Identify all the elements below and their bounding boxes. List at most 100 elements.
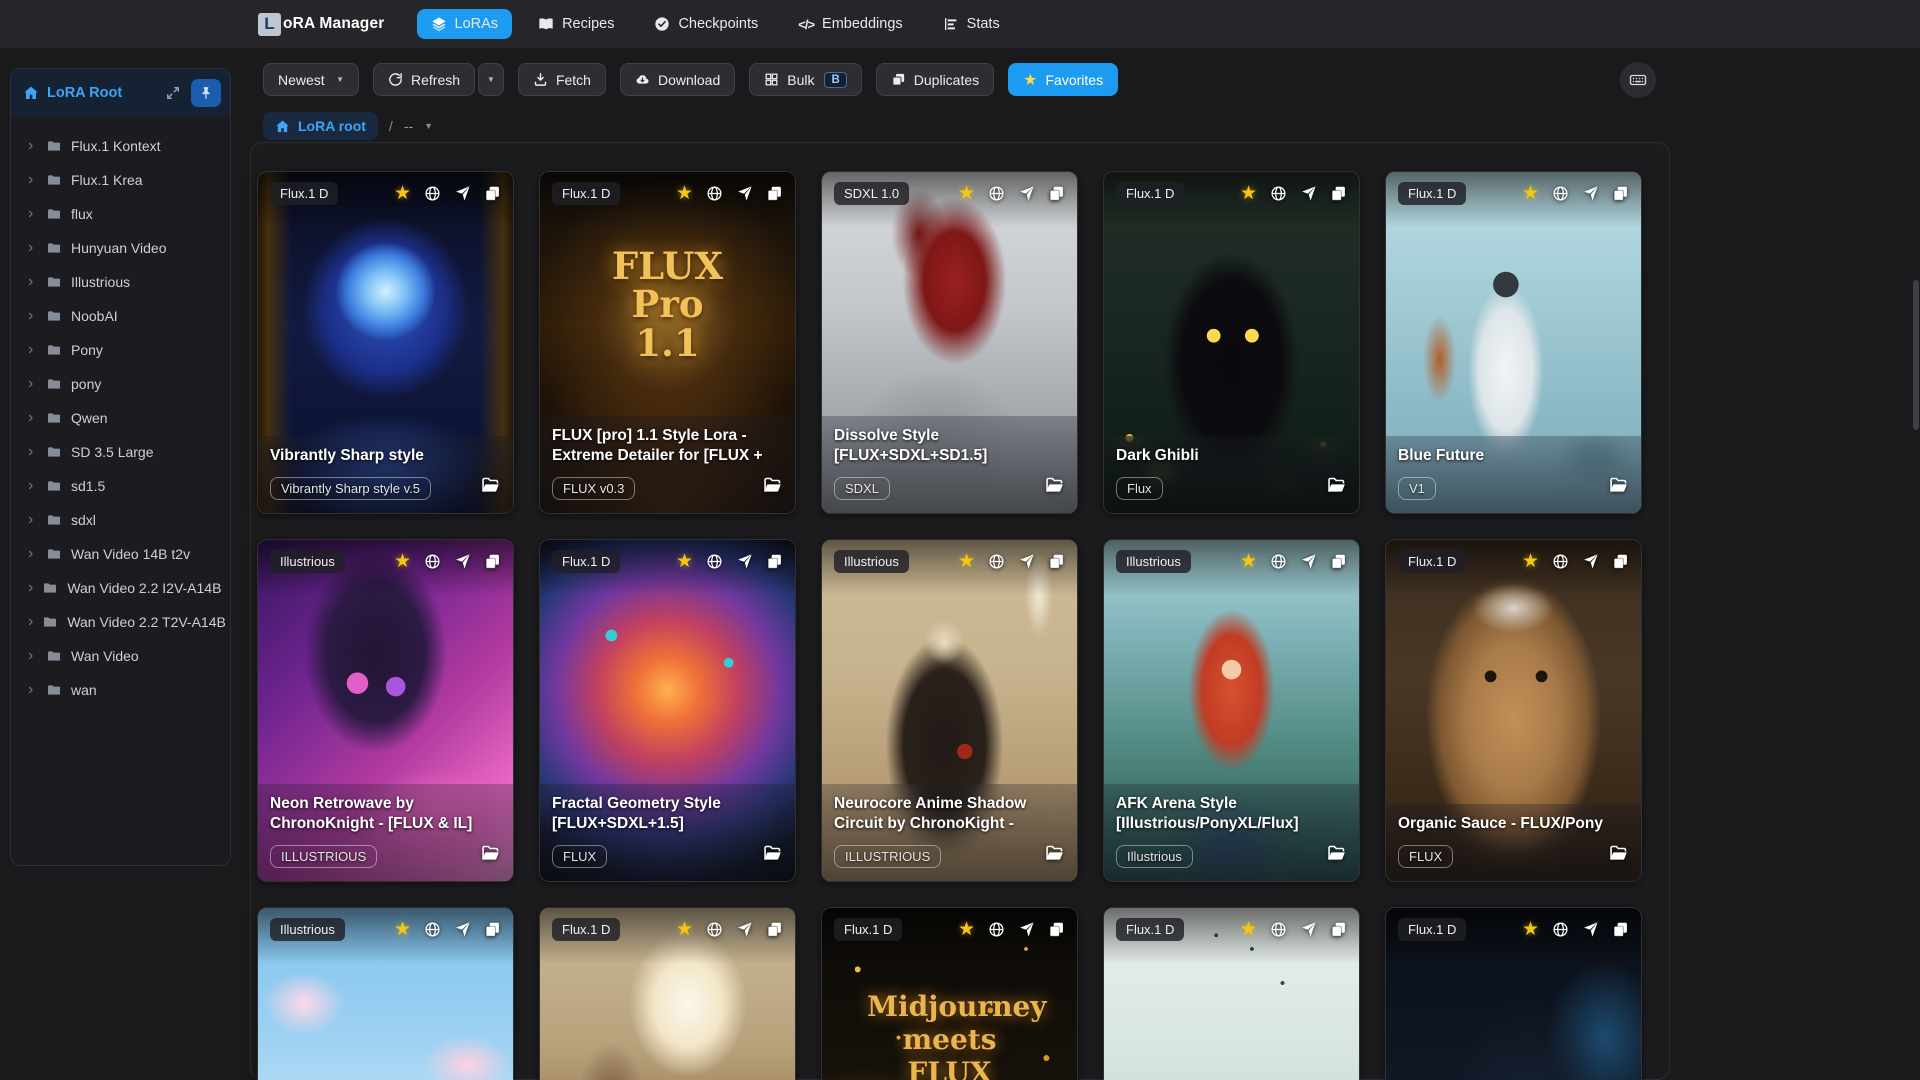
send-icon[interactable] — [736, 553, 753, 570]
globe-icon[interactable] — [706, 185, 723, 202]
sidebar-folder-item[interactable]: › Illustrious — [19, 265, 222, 299]
copy-icon[interactable] — [1048, 921, 1065, 938]
sidebar-folder-item[interactable]: › SD 3.5 Large — [19, 435, 222, 469]
globe-icon[interactable] — [988, 921, 1005, 938]
lora-card[interactable]: Flux.1 D ★ — [539, 907, 796, 1080]
globe-icon[interactable] — [1270, 185, 1287, 202]
globe-icon[interactable] — [988, 553, 1005, 570]
lora-card[interactable]: Illustrious ★ AFK Arena Style [Illustrio… — [1103, 539, 1360, 882]
download-button[interactable]: Download — [619, 63, 736, 96]
sidebar-folder-item[interactable]: › Hunyuan Video — [19, 231, 222, 265]
version-tag[interactable]: V1 — [1398, 476, 1436, 500]
globe-icon[interactable] — [424, 553, 441, 570]
chevron-right-icon[interactable]: › — [28, 206, 37, 222]
send-icon[interactable] — [736, 185, 753, 202]
favorite-star-icon[interactable]: ★ — [394, 920, 411, 939]
globe-icon[interactable] — [1552, 921, 1569, 938]
pin-sidebar-button[interactable] — [191, 79, 221, 107]
fetch-button[interactable]: Fetch — [517, 63, 606, 96]
globe-icon[interactable] — [1270, 921, 1287, 938]
open-folder-icon[interactable] — [1326, 475, 1347, 501]
sidebar-folder-item[interactable]: › Qwen — [19, 401, 222, 435]
copy-icon[interactable] — [766, 553, 783, 570]
sidebar-folder-item[interactable]: › Wan Video — [19, 639, 222, 673]
favorite-star-icon[interactable]: ★ — [1522, 552, 1539, 571]
copy-icon[interactable] — [484, 553, 501, 570]
lora-card[interactable]: Flux.1 D ★ Fractal Geometry Style [FLUX+… — [539, 539, 796, 882]
send-icon[interactable] — [1018, 185, 1035, 202]
chevron-right-icon[interactable]: › — [28, 444, 37, 460]
sidebar-folder-item[interactable]: › sd1.5 — [19, 469, 222, 503]
lora-card[interactable]: Flux.1 D ★ — [1103, 907, 1360, 1080]
chevron-right-icon[interactable]: › — [28, 648, 37, 664]
chevron-right-icon[interactable]: › — [28, 308, 37, 324]
sidebar-folder-item[interactable]: › Wan Video 2.2 T2V-A14B — [19, 605, 226, 639]
favorite-star-icon[interactable]: ★ — [676, 920, 693, 939]
copy-icon[interactable] — [1048, 553, 1065, 570]
chevron-right-icon[interactable]: › — [28, 376, 37, 392]
sidebar-folder-item[interactable]: › sdxl — [19, 503, 222, 537]
copy-icon[interactable] — [1330, 553, 1347, 570]
open-folder-icon[interactable] — [1044, 843, 1065, 869]
send-icon[interactable] — [1018, 553, 1035, 570]
favorite-star-icon[interactable]: ★ — [394, 184, 411, 203]
favorite-star-icon[interactable]: ★ — [1240, 920, 1257, 939]
favorite-star-icon[interactable]: ★ — [1522, 184, 1539, 203]
chevron-right-icon[interactable]: › — [28, 682, 37, 698]
lora-card[interactable]: Flux.1 D ★ — [1385, 907, 1642, 1080]
send-icon[interactable] — [1300, 921, 1317, 938]
open-folder-icon[interactable] — [1608, 475, 1629, 501]
version-tag[interactable]: FLUX — [1398, 844, 1454, 868]
send-icon[interactable] — [1018, 921, 1035, 938]
favorite-star-icon[interactable]: ★ — [1240, 552, 1257, 571]
chevron-right-icon[interactable]: › — [28, 478, 37, 494]
favorite-star-icon[interactable]: ★ — [676, 552, 693, 571]
favorite-star-icon[interactable]: ★ — [958, 920, 975, 939]
chevron-right-icon[interactable]: › — [28, 546, 37, 562]
chevron-right-icon[interactable]: › — [28, 240, 37, 256]
open-folder-icon[interactable] — [1044, 475, 1065, 501]
scrollbar-thumb[interactable] — [1913, 280, 1919, 430]
lora-card[interactable]: Illustrious ★ Neurocore Anime Shadow Cir… — [821, 539, 1078, 882]
sidebar-folder-item[interactable]: › pony — [19, 367, 222, 401]
sidebar-folder-item[interactable]: › Flux.1 Kontext — [19, 129, 222, 163]
globe-icon[interactable] — [988, 185, 1005, 202]
version-tag[interactable]: FLUX v0.3 — [552, 476, 636, 500]
nav-item-stats[interactable]: Stats — [929, 9, 1014, 39]
open-folder-icon[interactable] — [762, 843, 783, 869]
duplicates-button[interactable]: Duplicates — [875, 63, 995, 96]
version-tag[interactable]: ILLUSTRIOUS — [834, 844, 942, 868]
lora-card[interactable]: FLUX Pro 1.1 Flux.1 D ★ FLUX [pro] 1.1 S… — [539, 171, 796, 514]
send-icon[interactable] — [454, 185, 471, 202]
sidebar-folder-item[interactable]: › flux — [19, 197, 222, 231]
version-tag[interactable]: Flux — [1116, 476, 1163, 500]
lora-card[interactable]: Flux.1 D ★ Vibrantly Sharp style Vibrant… — [257, 171, 514, 514]
open-folder-icon[interactable] — [480, 843, 501, 869]
lora-card[interactable]: Flux.1 D ★ Blue Future V1 — [1385, 171, 1642, 514]
lora-card[interactable]: Flux.1 D ★ Dark Ghibli Flux — [1103, 171, 1360, 514]
version-tag[interactable]: SDXL — [834, 476, 890, 500]
favorite-star-icon[interactable]: ★ — [958, 184, 975, 203]
globe-icon[interactable] — [424, 185, 441, 202]
copy-icon[interactable] — [1330, 185, 1347, 202]
chevron-right-icon[interactable]: › — [28, 410, 37, 426]
keyboard-shortcuts-button[interactable] — [1620, 62, 1656, 98]
send-icon[interactable] — [1582, 553, 1599, 570]
globe-icon[interactable] — [1552, 553, 1569, 570]
copy-icon[interactable] — [1330, 921, 1347, 938]
send-icon[interactable] — [1300, 553, 1317, 570]
globe-icon[interactable] — [1270, 553, 1287, 570]
chevron-right-icon[interactable]: › — [28, 580, 33, 596]
collapse-all-button[interactable] — [163, 83, 183, 103]
send-icon[interactable] — [454, 921, 471, 938]
sidebar-folder-item[interactable]: › NoobAI — [19, 299, 222, 333]
favorite-star-icon[interactable]: ★ — [394, 552, 411, 571]
globe-icon[interactable] — [706, 921, 723, 938]
bulk-button[interactable]: Bulk B — [749, 63, 862, 96]
version-tag[interactable]: Illustrious — [1116, 844, 1193, 868]
globe-icon[interactable] — [424, 921, 441, 938]
sidebar-folder-item[interactable]: › Wan Video 2.2 I2V-A14B — [19, 571, 222, 605]
refresh-options-button[interactable]: ▼ — [478, 63, 504, 96]
send-icon[interactable] — [1582, 185, 1599, 202]
sidebar-header[interactable]: LoRA Root — [11, 69, 230, 117]
